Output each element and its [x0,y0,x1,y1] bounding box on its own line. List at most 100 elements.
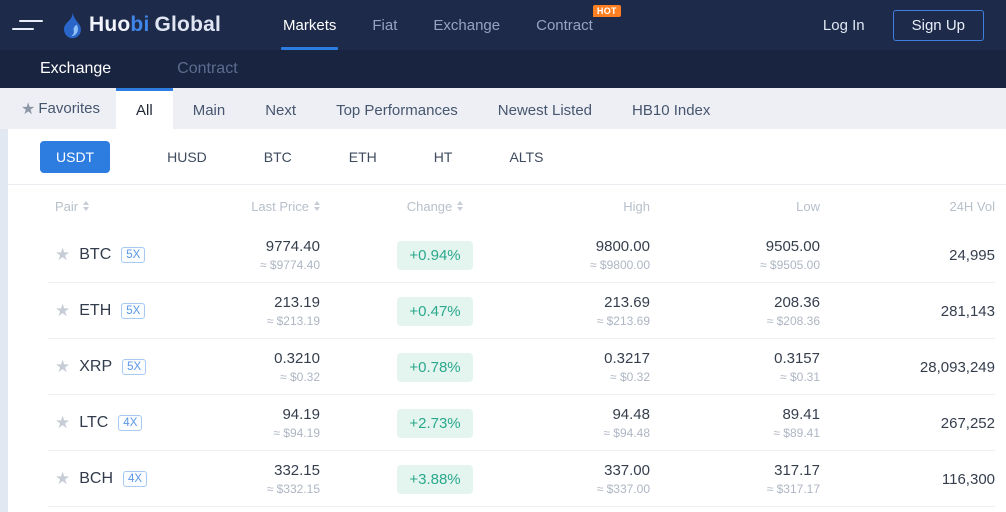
volume-cell: 267,252 [820,415,995,432]
favorite-star-icon[interactable]: ★ [55,245,70,265]
pair-cell: ★ ETH 5X [55,301,235,321]
header-low: Low [650,199,820,214]
high-price: 337.00 [550,462,650,479]
pair-name: LTC [79,414,108,432]
high-price-usd: ≈ $337.00 [550,482,650,496]
favorite-star-icon[interactable]: ★ [55,301,70,321]
markets-panel: USDT HUSD BTC ETH HT ALTS Pair Last Pric… [8,129,1006,512]
subnav-item-contract[interactable]: Contract [177,60,237,78]
low-price-usd: ≈ $0.31 [650,370,820,384]
favorite-star-icon[interactable]: ★ [55,413,70,433]
filter-usdt[interactable]: USDT [40,141,110,173]
filter-ht[interactable]: HT [434,149,453,165]
header-pair[interactable]: Pair [55,199,235,214]
last-price-cell: 213.19 ≈ $213.19 [235,294,320,328]
high-cell: 0.3217 ≈ $0.32 [550,350,650,384]
change-badge: +3.88% [397,465,472,494]
main-nav: Markets Fiat Exchange Contract HOT [265,0,625,50]
tab-main[interactable]: Main [173,88,246,129]
pair-cell: ★ BTC 5X [55,245,235,265]
signup-button[interactable]: Sign Up [893,10,984,41]
hamburger-menu-icon[interactable] [10,20,44,30]
pair-cell: ★ BCH 4X [55,469,235,489]
last-price: 94.19 [235,406,320,423]
huobi-logo[interactable]: HuobiGlobal [60,12,221,39]
volume-cell: 116,300 [820,471,995,488]
nav-item-contract[interactable]: Contract HOT [518,0,611,50]
last-price-usd: ≈ $0.32 [235,370,320,384]
table-row-xrp[interactable]: ★ XRP 5X 0.3210 ≈ $0.32 +0.78% 0.3217 ≈ … [8,339,1006,395]
low-price-usd: ≈ $317.17 [650,482,820,496]
nav-label: Contract [536,17,593,34]
low-cell: 89.41 ≈ $89.41 [650,406,820,440]
tab-top-performances[interactable]: Top Performances [316,88,478,129]
filter-btc[interactable]: BTC [264,149,292,165]
tab-label: HB10 Index [632,102,710,119]
change-cell: +0.94% [320,241,550,270]
favorite-star-icon[interactable]: ★ [55,357,70,377]
filter-husd[interactable]: HUSD [167,149,207,165]
last-price-cell: 94.19 ≈ $94.19 [235,406,320,440]
low-price: 0.3157 [650,350,820,367]
filter-eth[interactable]: ETH [349,149,377,165]
pair-name: BTC [79,246,111,264]
change-badge: +2.73% [397,409,472,438]
tab-newest-listed[interactable]: Newest Listed [478,88,612,129]
pair-name: BCH [79,470,113,488]
high-cell: 213.69 ≈ $213.69 [550,294,650,328]
header-label: Last Price [251,199,309,214]
table-row-eth[interactable]: ★ ETH 5X 213.19 ≈ $213.19 +0.47% 213.69 … [8,283,1006,339]
star-icon: ★ [21,99,35,119]
header-label: High [623,199,650,214]
filter-alts[interactable]: ALTS [509,149,543,165]
change-cell: +0.47% [320,297,550,326]
nav-item-fiat[interactable]: Fiat [354,0,415,50]
low-price: 89.41 [650,406,820,423]
header-label: 24H Vol [949,199,995,214]
header-last-price[interactable]: Last Price [235,199,320,214]
tab-next[interactable]: Next [245,88,316,129]
volume-cell: 28,093,249 [820,359,995,376]
table-row-btc[interactable]: ★ BTC 5X 9774.40 ≈ $9774.40 +0.94% 9800.… [8,227,1006,283]
favorites-label: Favorites [38,100,100,117]
last-price-usd: ≈ $332.15 [235,482,320,496]
nav-item-markets[interactable]: Markets [265,0,354,50]
header-change[interactable]: Change [320,199,550,214]
change-cell: +2.73% [320,409,550,438]
high-price-usd: ≈ $0.32 [550,370,650,384]
tab-label: Top Performances [336,102,458,119]
huobi-flame-icon [60,12,89,39]
tab-favorites[interactable]: ★ Favorites [0,88,116,129]
change-cell: +0.78% [320,353,550,382]
high-price: 213.69 [550,294,650,311]
table-row-bch[interactable]: ★ BCH 4X 332.15 ≈ $332.15 +3.88% 337.00 … [8,451,1006,507]
leverage-badge: 5X [121,247,145,263]
volume-cell: 281,143 [820,303,995,320]
last-price-cell: 332.15 ≈ $332.15 [235,462,320,496]
high-cell: 94.48 ≈ $94.48 [550,406,650,440]
last-price: 9774.40 [235,238,320,255]
login-link[interactable]: Log In [823,17,865,34]
tab-all[interactable]: All [116,88,173,129]
low-cell: 0.3157 ≈ $0.31 [650,350,820,384]
low-price-usd: ≈ $208.36 [650,314,820,328]
low-price: 208.36 [650,294,820,311]
favorite-star-icon[interactable]: ★ [55,469,70,489]
low-price: 317.17 [650,462,820,479]
pair-cell: ★ XRP 5X [55,357,235,377]
header-high: High [550,199,650,214]
pair-cell: ★ LTC 4X [55,413,235,433]
category-tabs: ★ Favorites All Main Next Top Performanc… [0,88,1006,129]
last-price-cell: 9774.40 ≈ $9774.40 [235,238,320,272]
hot-badge: HOT [593,5,621,17]
last-price: 213.19 [235,294,320,311]
table-row-ltc[interactable]: ★ LTC 4X 94.19 ≈ $94.19 +2.73% 94.48 ≈ $… [8,395,1006,451]
subnav-item-exchange[interactable]: Exchange [40,60,111,78]
change-badge: +0.94% [397,241,472,270]
nav-item-exchange[interactable]: Exchange [415,0,518,50]
top-navbar: HuobiGlobal Markets Fiat Exchange Contra… [0,0,1006,50]
tab-hb10-index[interactable]: HB10 Index [612,88,730,129]
high-cell: 9800.00 ≈ $9800.00 [550,238,650,272]
nav-label: Exchange [433,17,500,34]
low-price-usd: ≈ $9505.00 [650,258,820,272]
